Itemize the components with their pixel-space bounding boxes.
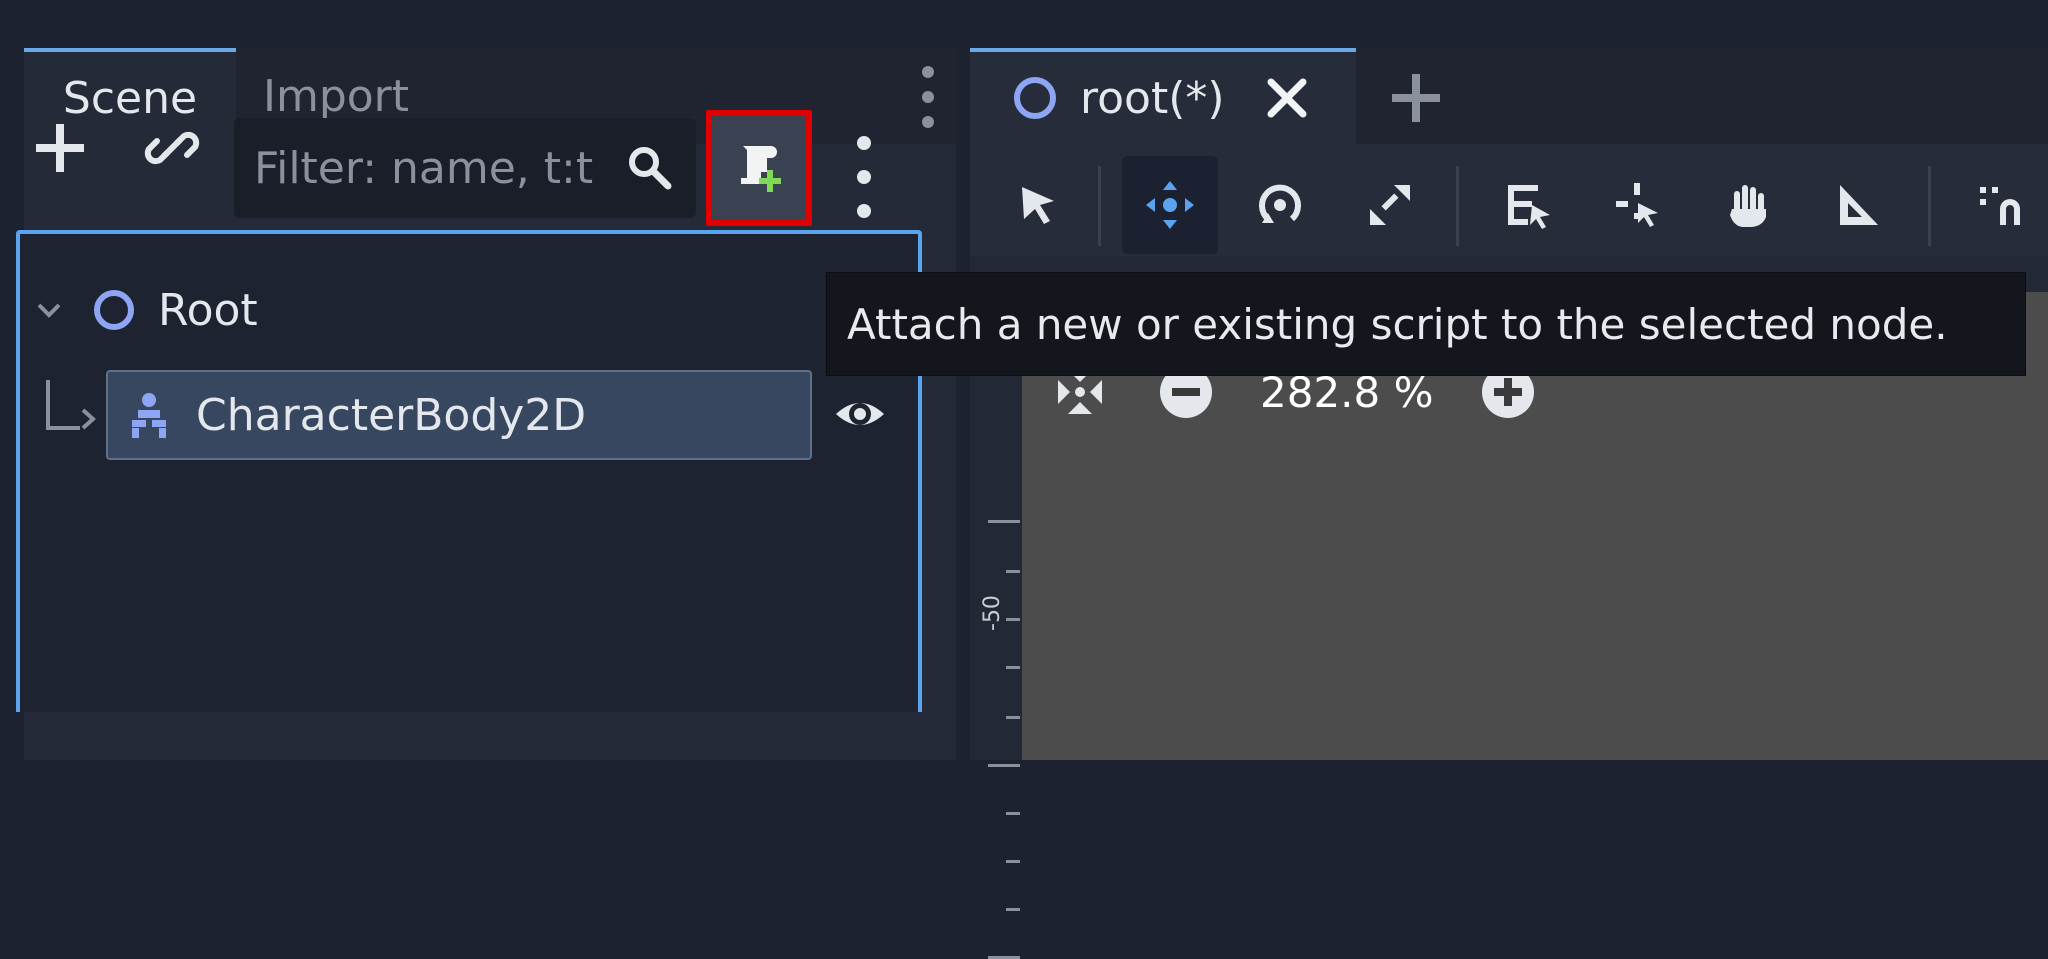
ring-node-icon [1014, 77, 1056, 119]
move-tool-icon [1146, 181, 1194, 229]
scene-tabs: root(*) [970, 48, 2048, 144]
visibility-eye-icon[interactable] [832, 386, 888, 442]
viewport-panel: root(*) -50 282.8 % [970, 48, 2048, 959]
tree-item-label: CharacterBody2D [196, 389, 587, 441]
ring-node-icon [94, 290, 134, 330]
scene-tab-label: root(*) [1080, 72, 1225, 124]
select-tool-button[interactable] [990, 156, 1086, 254]
tab-root-scene[interactable]: root(*) [970, 48, 1356, 144]
attach-script-icon [741, 146, 781, 192]
chevron-right-icon[interactable] [78, 404, 100, 434]
tree-item-label: Root [158, 284, 258, 336]
tree-item-root[interactable]: Root [34, 274, 258, 346]
plus-icon[interactable] [1388, 70, 1444, 126]
canvas-toolbar [970, 144, 2048, 256]
ruler-label: -50 [980, 595, 1005, 631]
list-select-icon [1508, 185, 1550, 229]
dock-options-icon[interactable] [908, 66, 948, 128]
select-tool-icon [1022, 187, 1054, 224]
attach-script-button[interactable] [706, 110, 812, 226]
snap-icon [1980, 187, 2020, 225]
pivot-icon [1616, 183, 1658, 227]
rotate-tool-button[interactable] [1232, 156, 1328, 254]
pan-tool-button[interactable] [1700, 156, 1796, 254]
attach-script-tooltip: Attach a new or existing script to the s… [826, 272, 2026, 376]
tooltip-text: Attach a new or existing script to the s… [847, 299, 1948, 349]
ruler-tool-button[interactable] [1810, 156, 1906, 254]
chevron-down-icon[interactable] [34, 295, 64, 325]
list-select-tool-button[interactable] [1480, 156, 1576, 254]
add-node-button[interactable] [24, 112, 96, 184]
add-node-icon [36, 124, 84, 172]
move-tool-button[interactable] [1122, 156, 1218, 254]
snap-tool-button[interactable] [1952, 156, 2048, 254]
link-icon [144, 131, 200, 165]
rotate-tool-icon [1259, 184, 1301, 223]
scale-tool-button[interactable] [1342, 156, 1438, 254]
tree-item-characterbody2d[interactable]: CharacterBody2D [106, 370, 812, 460]
scene-tree-menu-icon[interactable] [844, 136, 884, 218]
scene-tree: Root CharacterBody2D [16, 230, 922, 712]
filter-input[interactable] [252, 132, 636, 204]
close-icon[interactable] [1265, 76, 1309, 120]
filter-field[interactable] [234, 118, 696, 218]
instance-scene-button[interactable] [136, 112, 208, 184]
pivot-tool-button[interactable] [1590, 156, 1686, 254]
ruler-icon [1840, 185, 1878, 225]
search-icon [629, 147, 672, 190]
character-body-icon [132, 393, 166, 438]
pan-hand-icon [1730, 185, 1766, 227]
scale-tool-icon [1370, 185, 1410, 225]
